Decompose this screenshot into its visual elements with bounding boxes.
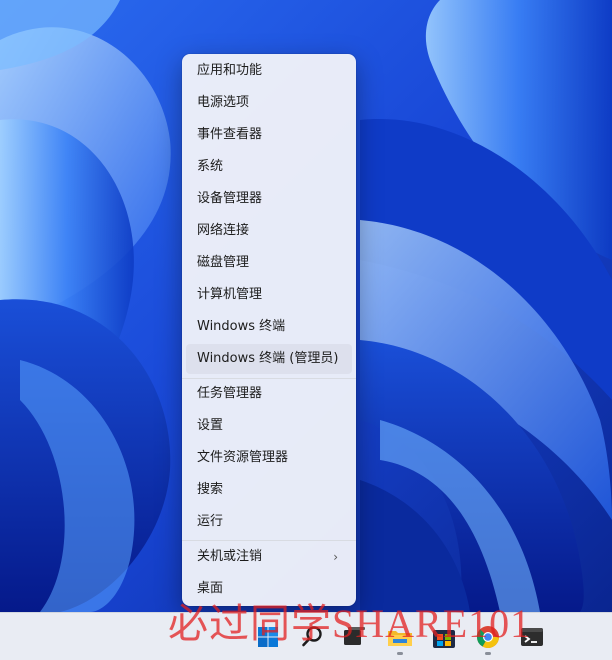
store-icon [433,630,455,648]
menu-item-power-options[interactable]: 电源选项 [186,88,352,118]
menu-separator [182,540,356,541]
menu-item-desktop[interactable]: 桌面 [186,574,352,604]
file-explorer-button[interactable] [384,621,416,655]
start-button[interactable] [252,621,284,653]
terminal-button[interactable] [516,621,548,653]
file-explorer-icon [388,631,412,646]
search-icon [302,626,322,647]
chrome-button[interactable] [472,621,504,655]
menu-item-shutdown-or-signout[interactable]: 关机或注销 › [186,542,352,572]
chevron-right-icon: › [333,550,338,564]
terminal-icon [521,628,543,646]
menu-item-apps-and-features[interactable]: 应用和功能 [186,56,352,86]
task-view-button[interactable] [338,621,370,653]
menu-item-run[interactable]: 运行 [186,507,352,537]
quick-link-context-menu: 应用和功能 电源选项 事件查看器 系统 设备管理器 网络连接 磁盘管理 计算机管… [182,54,356,606]
menu-item-disk-management[interactable]: 磁盘管理 [186,248,352,278]
search-button[interactable] [296,621,328,653]
menu-item-event-viewer[interactable]: 事件查看器 [186,120,352,150]
taskbar [0,612,612,660]
menu-item-device-manager[interactable]: 设备管理器 [186,184,352,214]
running-indicator [485,652,491,655]
menu-item-system[interactable]: 系统 [186,152,352,182]
menu-item-windows-terminal-admin[interactable]: Windows 终端 (管理员) [186,344,352,374]
store-button[interactable] [428,621,460,653]
task-view-icon [344,627,365,645]
menu-item-file-explorer[interactable]: 文件资源管理器 [186,443,352,473]
menu-item-settings[interactable]: 设置 [186,411,352,441]
running-indicator [397,652,403,655]
menu-item-network-connections[interactable]: 网络连接 [186,216,352,246]
menu-item-computer-management[interactable]: 计算机管理 [186,280,352,310]
chrome-icon [476,626,499,648]
start-icon [258,627,278,647]
menu-item-windows-terminal[interactable]: Windows 终端 [186,312,352,342]
menu-item-search[interactable]: 搜索 [186,475,352,505]
menu-item-task-manager[interactable]: 任务管理器 [186,379,352,409]
